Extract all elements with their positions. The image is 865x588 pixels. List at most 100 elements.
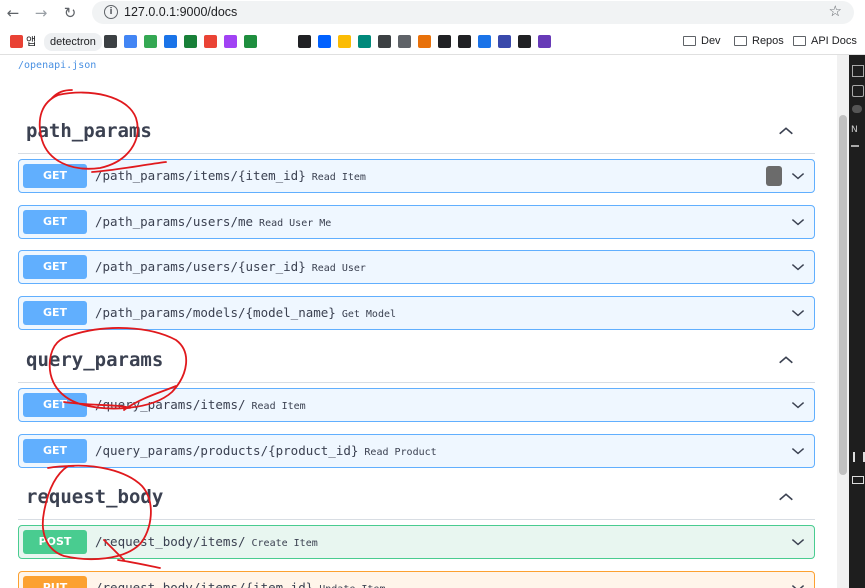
bookmark-item[interactable] bbox=[164, 33, 180, 49]
bookmark-item[interactable] bbox=[338, 33, 354, 49]
operation-path[interactable]: /request_body/items/{item_id} bbox=[95, 580, 313, 588]
operation-row[interactable]: GET/path_params/items/{item_id} Read Item bbox=[18, 159, 815, 193]
operation-path[interactable]: /path_params/items/{item_id} bbox=[95, 168, 306, 183]
operation-path-container[interactable]: /path_params/users/{user_id} Read User bbox=[95, 259, 366, 274]
chevron-right-icon[interactable] bbox=[851, 145, 859, 147]
section-header-query-params[interactable]: query_params bbox=[18, 342, 815, 383]
http-method-badge[interactable]: GET bbox=[23, 255, 87, 279]
operation-row[interactable]: POST/request_body/items/Create Item bbox=[18, 525, 815, 559]
bookmark-folder[interactable]: API Docs bbox=[793, 33, 857, 49]
bookmark-item[interactable] bbox=[458, 33, 474, 49]
http-method-badge[interactable]: GET bbox=[23, 393, 87, 417]
bookmark-item[interactable] bbox=[244, 33, 260, 49]
operation-path-container[interactable]: /path_params/models/{model_name} Get Mode… bbox=[95, 305, 396, 320]
panel-icon[interactable] bbox=[852, 105, 862, 113]
bookmark-folder[interactable]: Repos bbox=[734, 33, 784, 49]
bookmark-item[interactable] bbox=[104, 33, 120, 49]
http-method-badge[interactable]: PUT bbox=[23, 575, 87, 588]
operation-path[interactable]: /path_params/models/{model_name} bbox=[95, 305, 336, 320]
operation-path[interactable]: /query_params/items/ bbox=[95, 397, 246, 412]
http-method-badge[interactable]: GET bbox=[23, 438, 87, 463]
bookmark-item[interactable] bbox=[204, 33, 220, 49]
bookmark-star-icon[interactable]: ☆ bbox=[829, 2, 842, 20]
back-button[interactable]: ← bbox=[3, 3, 23, 23]
expand-operation-button[interactable] bbox=[790, 580, 806, 588]
bookmark-favicon-icon bbox=[204, 34, 217, 48]
bookmark-item[interactable] bbox=[438, 33, 454, 49]
http-method-badge[interactable]: GET bbox=[23, 164, 87, 188]
expand-operation-button[interactable] bbox=[790, 305, 806, 321]
operation-path[interactable]: /request_body/items/ bbox=[95, 534, 246, 549]
openapi-json-link[interactable]: /openapi.json bbox=[18, 60, 96, 71]
bookmark-favicon-icon bbox=[10, 34, 23, 48]
expand-operation-button[interactable] bbox=[790, 214, 806, 230]
expand-operation-button[interactable] bbox=[790, 443, 806, 459]
section-title[interactable]: query_params bbox=[26, 349, 163, 371]
operation-path-container[interactable]: /query_params/items/Read Item bbox=[95, 397, 306, 412]
http-method-badge[interactable]: POST bbox=[23, 530, 87, 554]
expand-operation-button[interactable] bbox=[790, 168, 806, 184]
bookmark-item[interactable] bbox=[184, 33, 200, 49]
site-info-icon[interactable]: i bbox=[104, 5, 118, 19]
scrollbar-thumb[interactable] bbox=[839, 115, 847, 475]
bookmark-item[interactable] bbox=[358, 33, 374, 49]
bookmark-favicon-icon bbox=[418, 34, 431, 48]
page-scrollbar[interactable] bbox=[837, 55, 849, 588]
collapse-section-button[interactable] bbox=[777, 122, 795, 140]
bookmark-label: detectron bbox=[50, 36, 96, 48]
operation-row[interactable]: PUT/request_body/items/{item_id} Update I… bbox=[18, 570, 815, 588]
reload-button[interactable]: ↻ bbox=[60, 3, 80, 23]
bookmark-item[interactable] bbox=[144, 33, 160, 49]
operation-row[interactable]: GET/query_params/items/Read Item bbox=[18, 388, 815, 422]
bookmark-folder[interactable]: Dev bbox=[683, 33, 721, 49]
bookmark-item[interactable] bbox=[498, 33, 514, 49]
bookmark-item[interactable] bbox=[224, 33, 240, 49]
bookmark-item[interactable]: detectron bbox=[44, 33, 102, 51]
expand-operation-button[interactable] bbox=[790, 534, 806, 550]
operation-path-container[interactable]: /request_body/items/{item_id} Update Item bbox=[95, 580, 385, 588]
bookmark-item[interactable] bbox=[124, 33, 140, 49]
bookmark-favicon-icon bbox=[458, 34, 471, 48]
forward-button[interactable]: → bbox=[31, 3, 51, 23]
operation-path-container[interactable]: /path_params/items/{item_id} Read Item bbox=[95, 168, 366, 183]
operation-path-container[interactable]: /path_params/users/me Read User Me bbox=[95, 214, 331, 229]
section-title[interactable]: request_body bbox=[26, 486, 163, 508]
address-bar[interactable]: i 127.0.0.1:9000/docs ☆ bbox=[92, 1, 854, 24]
panel-icon[interactable] bbox=[852, 85, 864, 97]
http-method-badge[interactable]: GET bbox=[23, 209, 87, 234]
http-method-badge[interactable]: GET bbox=[23, 300, 87, 325]
bookmark-item[interactable] bbox=[538, 33, 554, 49]
copy-to-clipboard-icon[interactable] bbox=[766, 166, 782, 186]
collapse-section-button[interactable] bbox=[777, 488, 795, 506]
expand-operation-button[interactable] bbox=[790, 397, 806, 413]
url-text[interactable]: 127.0.0.1:9000/docs bbox=[124, 5, 237, 19]
bookmark-item[interactable] bbox=[318, 33, 334, 49]
operation-row[interactable]: GET/path_params/users/me Read User Me bbox=[18, 204, 815, 239]
bookmark-item[interactable] bbox=[478, 33, 494, 49]
collapse-section-button[interactable] bbox=[777, 351, 795, 369]
operation-path-container[interactable]: /query_params/products/{product_id} Read … bbox=[95, 443, 437, 458]
bookmark-item[interactable] bbox=[518, 33, 534, 49]
bookmark-item[interactable] bbox=[418, 33, 434, 49]
operation-path-container[interactable]: /request_body/items/Create Item bbox=[95, 534, 318, 549]
operation-path[interactable]: /query_params/products/{product_id} bbox=[95, 443, 358, 458]
panel-icon[interactable] bbox=[852, 476, 864, 484]
operation-row[interactable]: GET/query_params/products/{product_id} Re… bbox=[18, 433, 815, 468]
panel-icon[interactable] bbox=[852, 65, 864, 77]
bookmark-folder-label: API Docs bbox=[811, 35, 857, 47]
expand-operation-button[interactable] bbox=[790, 259, 806, 275]
bookmark-item[interactable] bbox=[298, 33, 314, 49]
bookmark-item[interactable] bbox=[398, 33, 414, 49]
bookmark-item[interactable] bbox=[378, 33, 394, 49]
bookmark-favicon-icon bbox=[298, 34, 311, 48]
operation-path[interactable]: /path_params/users/me bbox=[95, 214, 253, 229]
section-title[interactable]: path_params bbox=[26, 120, 152, 142]
bookmark-item[interactable]: 앱 bbox=[10, 33, 36, 49]
section-header-request-body[interactable]: request_body bbox=[18, 479, 815, 520]
section-header-path-params[interactable]: path_params bbox=[18, 113, 815, 154]
operation-path[interactable]: /path_params/users/{user_id} bbox=[95, 259, 306, 274]
panel-icon[interactable] bbox=[853, 452, 865, 462]
bookmark-favicon-icon bbox=[224, 34, 237, 48]
operation-row[interactable]: GET/path_params/models/{model_name} Get M… bbox=[18, 295, 815, 330]
operation-row[interactable]: GET/path_params/users/{user_id} Read User bbox=[18, 250, 815, 284]
